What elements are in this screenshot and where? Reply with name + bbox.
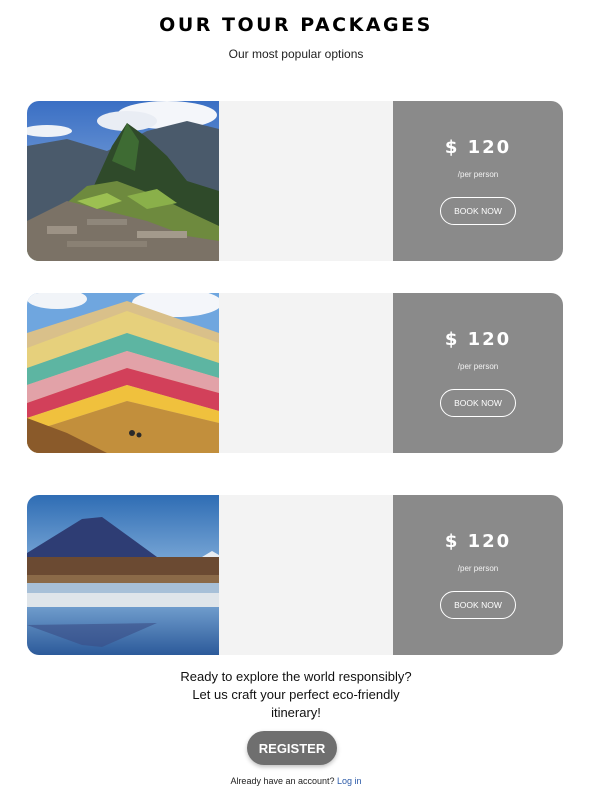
package-card: $ 120 /per person BOOK NOW: [27, 293, 563, 453]
price-panel: $ 120 /per person BOOK NOW: [393, 101, 563, 261]
page-subtitle: Our most popular options: [228, 47, 364, 61]
login-link[interactable]: Log in: [337, 776, 362, 786]
register-button[interactable]: REGISTER: [247, 731, 337, 765]
price: $ 120: [444, 329, 512, 350]
page-title: OUR TOUR PACKAGES: [159, 14, 433, 36]
machu-picchu-photo: [27, 101, 219, 261]
call-to-action-text: Ready to explore the world responsibly? …: [0, 668, 592, 722]
per-person-label: /per person: [457, 564, 499, 573]
price: $ 120: [444, 531, 512, 552]
tour-packages-page: OUR TOUR PACKAGES Our most popular optio…: [0, 0, 592, 803]
book-now-button[interactable]: BOOK NOW: [440, 197, 516, 225]
package-card: $ 120 /per person BOOK NOW: [27, 101, 563, 261]
rainbow-mountain-photo: [27, 293, 219, 453]
card-body: [219, 293, 393, 453]
price: $ 120: [444, 137, 512, 158]
volcano-lagoon-photo: [27, 495, 219, 655]
cta-line: itinerary!: [271, 705, 321, 720]
per-person-label: /per person: [457, 362, 499, 371]
cta-line: Ready to explore the world responsibly?: [180, 669, 412, 684]
card-body: [219, 101, 393, 261]
login-prompt: Already have an account? Log in: [0, 776, 592, 786]
book-now-button[interactable]: BOOK NOW: [440, 591, 516, 619]
price-panel: $ 120 /per person BOOK NOW: [393, 495, 563, 655]
package-card: $ 120 /per person BOOK NOW: [27, 495, 563, 655]
card-body: [219, 495, 393, 655]
price-panel: $ 120 /per person BOOK NOW: [393, 293, 563, 453]
per-person-label: /per person: [457, 170, 499, 179]
book-now-button[interactable]: BOOK NOW: [440, 389, 516, 417]
login-prompt-text: Already have an account?: [230, 776, 335, 786]
cta-line: Let us craft your perfect eco-friendly: [192, 687, 400, 702]
